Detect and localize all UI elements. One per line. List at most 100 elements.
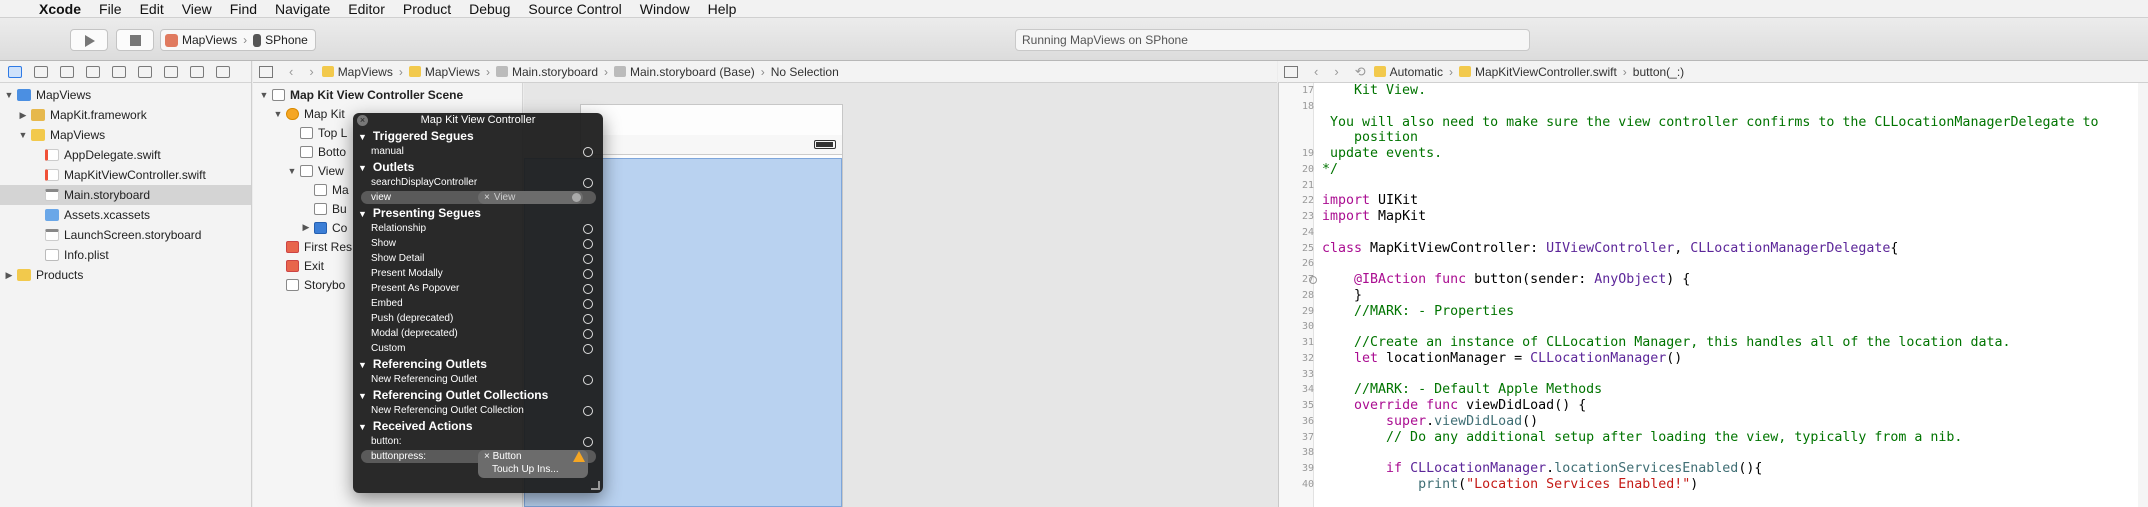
connection-circle-icon[interactable]: [583, 299, 593, 309]
breadcrumb-item[interactable]: MapViews: [425, 65, 480, 79]
menu-item[interactable]: View: [173, 0, 221, 18]
menu-item[interactable]: Edit: [131, 0, 173, 18]
connection-circle-icon[interactable]: [583, 239, 593, 249]
code-line[interactable]: You will also need to make sure the view…: [1322, 115, 2148, 131]
code-line[interactable]: 40 print("Location Services Enabled!"): [1302, 477, 2148, 493]
ibaction-connection-icon[interactable]: [1309, 276, 1317, 284]
connection-target[interactable]: × View: [478, 191, 583, 204]
resize-grip-icon[interactable]: [591, 481, 600, 490]
connection-circle-icon[interactable]: [583, 178, 593, 188]
menu-item[interactable]: Help: [699, 0, 746, 18]
disclosure-triangle-icon[interactable]: ▼: [259, 90, 269, 100]
connection-row[interactable]: New Referencing Outlet: [353, 372, 603, 387]
connection-row[interactable]: manual: [353, 144, 603, 159]
breadcrumb-item[interactable]: Automatic: [1390, 65, 1443, 79]
connection-circle-icon[interactable]: [583, 329, 593, 339]
code-editor[interactable]: 17 Kit View. 18 You will also need to mak…: [1278, 83, 2148, 507]
folder-icon[interactable]: [8, 65, 22, 78]
connection-row[interactable]: Present As Popover: [353, 281, 603, 296]
disclosure-triangle-icon[interactable]: ▼: [358, 391, 367, 401]
code-line[interactable]: 21: [1302, 178, 2148, 194]
connection-row[interactable]: New Referencing Outlet Collection: [353, 403, 603, 418]
popup-section-header[interactable]: ▼ Triggered Segues: [353, 128, 603, 144]
menu-app-name[interactable]: Xcode: [30, 0, 90, 18]
code-line[interactable]: 33: [1302, 367, 2148, 383]
navigator-item[interactable]: Info.plist: [0, 245, 251, 265]
remove-connection-icon[interactable]: ×: [484, 451, 493, 462]
navigator-item[interactable]: ▶ MapKit.framework: [0, 105, 251, 125]
breadcrumb-item[interactable]: No Selection: [771, 65, 839, 79]
navigator-item[interactable]: Assets.xcassets: [0, 205, 251, 225]
related-items-icon[interactable]: [1284, 65, 1298, 78]
connection-row[interactable]: Show Detail: [353, 251, 603, 266]
breakpoint-icon[interactable]: [190, 65, 204, 78]
back-arrow-icon[interactable]: ‹: [289, 64, 293, 79]
code-line[interactable]: 34 //MARK: - Default Apple Methods: [1302, 382, 2148, 398]
code-line[interactable]: 25 class MapKitViewController: UIViewCont…: [1302, 241, 2148, 257]
issue-icon[interactable]: [112, 65, 126, 78]
disclosure-triangle-icon[interactable]: ▼: [358, 360, 367, 370]
disclosure-triangle-icon[interactable]: ▼: [358, 163, 367, 173]
code-line[interactable]: 24: [1302, 225, 2148, 241]
code-line[interactable]: 18: [1302, 99, 2148, 115]
code-line[interactable]: 38: [1302, 445, 2148, 461]
navigator-item[interactable]: ▼ MapViews: [0, 125, 251, 145]
test-icon[interactable]: [138, 65, 152, 78]
scheme-selector[interactable]: MapViews › SPhone: [160, 29, 316, 51]
breadcrumb-item[interactable]: MapViews: [338, 65, 393, 79]
code-line[interactable]: 22 import UIKit: [1302, 193, 2148, 209]
menu-item[interactable]: Debug: [460, 0, 519, 18]
connection-row[interactable]: Show: [353, 236, 603, 251]
disclosure-triangle-icon[interactable]: ▼: [4, 90, 14, 100]
disclosure-triangle-icon[interactable]: ▶: [4, 270, 14, 281]
outline-item[interactable]: ▼ Map Kit View Controller Scene: [253, 85, 522, 104]
menu-item[interactable]: Window: [631, 0, 699, 18]
connection-circle-icon[interactable]: [583, 437, 593, 447]
menu-item[interactable]: File: [90, 0, 131, 18]
connection-circle-icon[interactable]: [583, 147, 593, 157]
connection-row[interactable]: Push (deprecated): [353, 311, 603, 326]
source-control-icon[interactable]: [34, 65, 48, 78]
disclosure-triangle-icon[interactable]: ▼: [358, 132, 367, 142]
related-items-icon[interactable]: [259, 65, 273, 78]
menu-item[interactable]: Source Control: [519, 0, 630, 18]
forward-arrow-icon[interactable]: ›: [1334, 64, 1338, 79]
disclosure-triangle-icon[interactable]: ▼: [18, 130, 28, 140]
action-target[interactable]: × Button Touch Up Ins...: [478, 450, 588, 478]
disclosure-triangle-icon[interactable]: ▼: [287, 166, 297, 176]
disclosure-triangle-icon[interactable]: ▼: [273, 109, 283, 119]
code-line[interactable]: 36 super.viewDidLoad(): [1302, 414, 2148, 430]
menu-item[interactable]: Navigate: [266, 0, 339, 18]
connection-row[interactable]: Present Modally: [353, 266, 603, 281]
connection-circle-icon[interactable]: [583, 406, 593, 416]
code-area[interactable]: 17 Kit View. 18 You will also need to mak…: [1302, 83, 2148, 493]
code-line[interactable]: 17 Kit View.: [1302, 83, 2148, 99]
connection-circle-icon[interactable]: [583, 375, 593, 385]
navigator-item[interactable]: AppDelegate.swift: [0, 145, 251, 165]
connection-circle-icon[interactable]: [583, 224, 593, 234]
popup-section-header[interactable]: ▼ Referencing Outlets: [353, 356, 603, 372]
breadcrumb-item[interactable]: MapKitViewController.swift: [1475, 65, 1617, 79]
connection-row[interactable]: Embed: [353, 296, 603, 311]
debug-icon[interactable]: [164, 65, 178, 78]
popup-section-header[interactable]: ▼ Presenting Segues: [353, 205, 603, 221]
report-icon[interactable]: [216, 65, 230, 78]
forward-arrow-icon[interactable]: ›: [309, 64, 313, 79]
remove-connection-icon[interactable]: ×: [484, 192, 490, 203]
popup-section-header[interactable]: ▼ Received Actions: [353, 418, 603, 434]
navigator-item[interactable]: MapKitViewController.swift: [0, 165, 251, 185]
connection-circle-icon[interactable]: [583, 314, 593, 324]
disclosure-triangle-icon[interactable]: ▶: [18, 110, 28, 121]
connection-row[interactable]: searchDisplayController: [353, 175, 603, 190]
menu-item[interactable]: Find: [221, 0, 266, 18]
assistant-icon[interactable]: ⟲: [1355, 64, 1366, 80]
connection-row[interactable]: Custom: [353, 341, 603, 356]
connection-row[interactable]: Modal (deprecated): [353, 326, 603, 341]
code-line[interactable]: 27 @IBAction func button(sender: AnyObje…: [1302, 272, 2148, 288]
connection-circle-icon[interactable]: [583, 284, 593, 294]
find-icon[interactable]: [86, 65, 100, 78]
connection-row[interactable]: button:: [353, 434, 603, 449]
disclosure-triangle-icon[interactable]: ▼: [358, 422, 367, 432]
popup-section-header[interactable]: ▼ Referencing Outlet Collections: [353, 387, 603, 403]
run-button[interactable]: [70, 29, 108, 51]
